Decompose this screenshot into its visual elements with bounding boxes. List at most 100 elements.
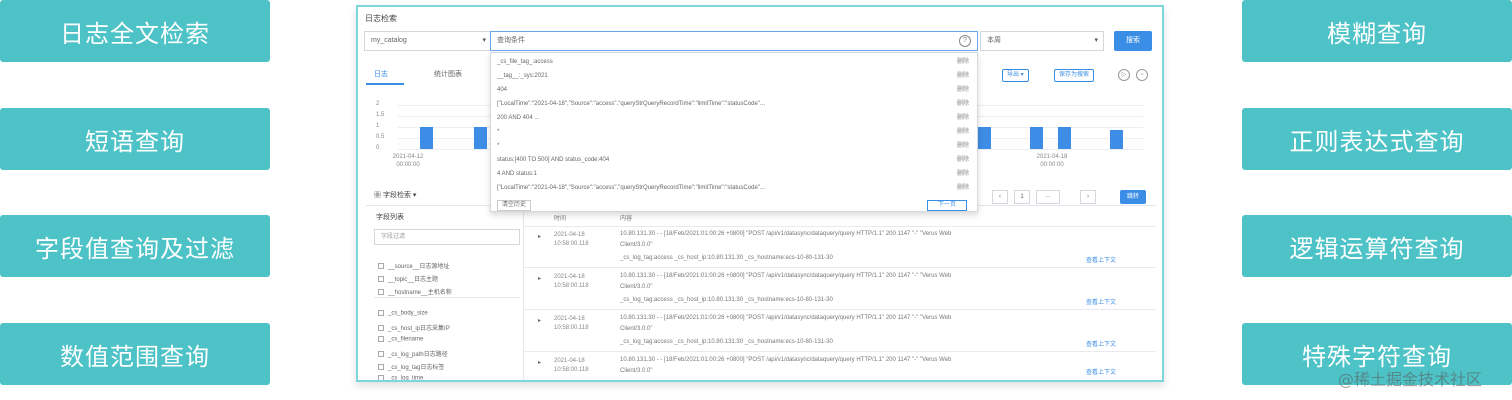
field-type-icon <box>378 325 384 332</box>
log-line: Client/3.0.0" <box>620 242 653 248</box>
query-placeholder: 查询条件 <box>497 37 525 44</box>
search-button[interactable]: 搜索 <box>1114 31 1152 51</box>
x-tick-label: 2021-04-12 00:00:00 <box>392 154 424 168</box>
history-item[interactable]: __tag__:_sys:2021 删除 <box>497 69 973 83</box>
export-button[interactable]: 导出 ▾ <box>1002 69 1029 82</box>
view-context-link[interactable]: 查看上下文 <box>1086 367 1116 376</box>
save-search-button[interactable]: 保存为搜索 <box>1054 69 1095 82</box>
delete-history-link[interactable]: 删除 <box>957 83 969 97</box>
field-item[interactable]: __topic__日志主题 <box>378 274 438 283</box>
history-item[interactable]: * 删除 <box>497 139 973 153</box>
log-line: Client/3.0.0" <box>620 284 653 290</box>
prev-page-button[interactable]: ‹ <box>992 190 1008 204</box>
page-ellipsis[interactable]: ··· <box>1036 190 1060 204</box>
log-search-screenshot: 日志检索 my_catalog ▾ 查询条件 ? 本周 ▾ 搜索 日志 统计图表… <box>356 5 1164 382</box>
tab-charts[interactable]: 统计图表 <box>434 69 462 79</box>
field-type-icon <box>378 289 384 296</box>
log-line: 10.80.131.30 - - [18/Feb/2021:01:00:26 +… <box>620 273 952 279</box>
time-range-value: 本周 <box>987 37 1001 44</box>
next-page-button[interactable]: › <box>1080 190 1096 204</box>
expand-row-icon[interactable]: ▸ <box>538 317 541 324</box>
delete-history-link[interactable]: 删除 <box>957 181 969 195</box>
watermark: @稀土掘金技术社区 <box>1338 370 1483 389</box>
feature-regex-query: 正则表达式查询 <box>1242 108 1512 170</box>
view-context-link[interactable]: 查看上下文 <box>1086 339 1116 348</box>
histogram-bar <box>1058 127 1071 149</box>
field-type-icon <box>378 336 384 342</box>
history-item[interactable]: * 删除 <box>497 125 973 139</box>
view-context-link[interactable]: 查看上下文 <box>1086 297 1116 306</box>
history-item[interactable]: ["LocalTime":"2021-04-18","Source":"acce… <box>497 181 973 195</box>
clear-history-button[interactable]: 清空历史 <box>497 200 532 211</box>
row-separator <box>524 309 1156 310</box>
delete-history-link[interactable]: 删除 <box>957 55 969 69</box>
workspace-value: my_catalog <box>371 37 407 44</box>
histogram-bar <box>978 127 991 149</box>
field-type-icon <box>378 351 384 358</box>
feature-field-value-query: 字段值查询及过滤 <box>0 215 270 277</box>
log-line: _cs_log_tag:access _cs_host_ip:10.80.131… <box>620 297 833 303</box>
expand-row-icon[interactable]: ▸ <box>538 275 541 282</box>
history-item[interactable]: status:[400 TO 500] AND status_code:404 删… <box>497 153 973 167</box>
field-list-label: 字段列表 <box>376 214 404 221</box>
histogram-bar <box>1030 127 1043 149</box>
column-divider <box>523 185 524 380</box>
field-group-divider <box>374 297 520 298</box>
view-context-link[interactable]: 查看上下文 <box>1086 255 1116 264</box>
field-item[interactable]: __hostname__主机名称 <box>378 287 452 296</box>
delete-history-link[interactable]: 删除 <box>957 97 969 111</box>
active-tab-indicator <box>366 83 404 85</box>
time-range-select[interactable]: 本周 ▾ <box>980 31 1104 51</box>
delete-history-link[interactable]: 删除 <box>957 69 969 83</box>
y-tick-label: 0.5 <box>376 134 385 140</box>
field-item[interactable]: _cs_filename <box>378 336 423 343</box>
feature-fuzzy-query: 模糊查询 <box>1242 0 1512 62</box>
field-item[interactable]: _cs_log_time <box>378 375 423 380</box>
delete-history-link[interactable]: 删除 <box>957 139 969 153</box>
feature-fulltext-search: 日志全文检索 <box>0 0 270 62</box>
history-item[interactable]: 200 AND 404 ... 删除 <box>497 111 973 125</box>
field-item[interactable]: _cs_body_size <box>378 310 428 317</box>
field-type-icon <box>378 310 384 316</box>
expand-row-icon[interactable]: ▸ <box>538 233 541 240</box>
log-line: 10.80.131.30 - - [18/Feb/2021:01:00:26 +… <box>620 231 952 237</box>
jump-page-button[interactable]: 跳转 <box>1120 190 1146 204</box>
tab-logs[interactable]: 日志 <box>374 69 388 79</box>
log-line: 10.80.131.30 - - [18/Feb/2021:01:00:26 +… <box>620 357 952 363</box>
field-type-icon <box>378 263 384 270</box>
y-tick-label: 2 <box>376 101 380 107</box>
x-tick-label: 2021-04-18 00:00:00 <box>1036 154 1068 168</box>
field-item[interactable]: __source__日志源地址 <box>378 261 449 270</box>
delete-history-link[interactable]: 删除 <box>957 111 969 125</box>
field-filter-input[interactable]: 字段过滤 <box>374 229 520 245</box>
page-number-button[interactable]: 1 <box>1014 190 1030 204</box>
histogram-bar <box>420 127 433 149</box>
workspace-select[interactable]: my_catalog ▾ <box>364 31 492 51</box>
help-icon[interactable]: ? <box>959 35 971 47</box>
log-line: Client/3.0.0" <box>620 368 653 374</box>
field-type-icon <box>378 364 384 371</box>
history-item[interactable]: 404 删除 <box>497 83 973 97</box>
field-item[interactable]: _cs_host_ip日志采集IP <box>378 323 450 332</box>
field-item[interactable]: _cs_log_path日志路径 <box>378 349 448 358</box>
delete-history-link[interactable]: 删除 <box>957 167 969 181</box>
log-line: _cs_log_tag:access _cs_host_ip:10.80.131… <box>620 339 833 345</box>
log-line: _cs_log_tag:access _cs_host_ip:10.80.131… <box>620 255 833 261</box>
next-page-button[interactable]: 下一页 <box>926 200 967 211</box>
query-input[interactable]: 查询条件 ? <box>490 31 978 51</box>
log-time: 2021-04-18 10:58:00.118 <box>554 358 589 373</box>
histogram-bar <box>1110 130 1123 149</box>
expand-row-icon[interactable]: ▸ <box>538 359 541 366</box>
query-history-dropdown: _cs_file_tag_:access 删除 __tag__:_sys:2021… <box>490 52 978 212</box>
history-item[interactable]: 4 AND status:1 删除 <box>497 167 973 181</box>
y-tick-label: 0 <box>376 145 380 151</box>
history-item[interactable]: ["LocalTime":"2021-04-18","Source":"acce… <box>497 97 973 111</box>
field-item[interactable]: _cs_log_tag日志标签 <box>378 362 444 371</box>
play-icon[interactable]: ▷ <box>1118 69 1130 81</box>
feature-phrase-query: 短语查询 <box>0 108 270 170</box>
collapse-icon[interactable]: − <box>1136 69 1148 81</box>
delete-history-link[interactable]: 删除 <box>957 125 969 139</box>
chevron-down-icon: ▾ <box>410 192 417 199</box>
history-item[interactable]: _cs_file_tag_:access 删除 <box>497 55 973 69</box>
delete-history-link[interactable]: 删除 <box>957 153 969 167</box>
